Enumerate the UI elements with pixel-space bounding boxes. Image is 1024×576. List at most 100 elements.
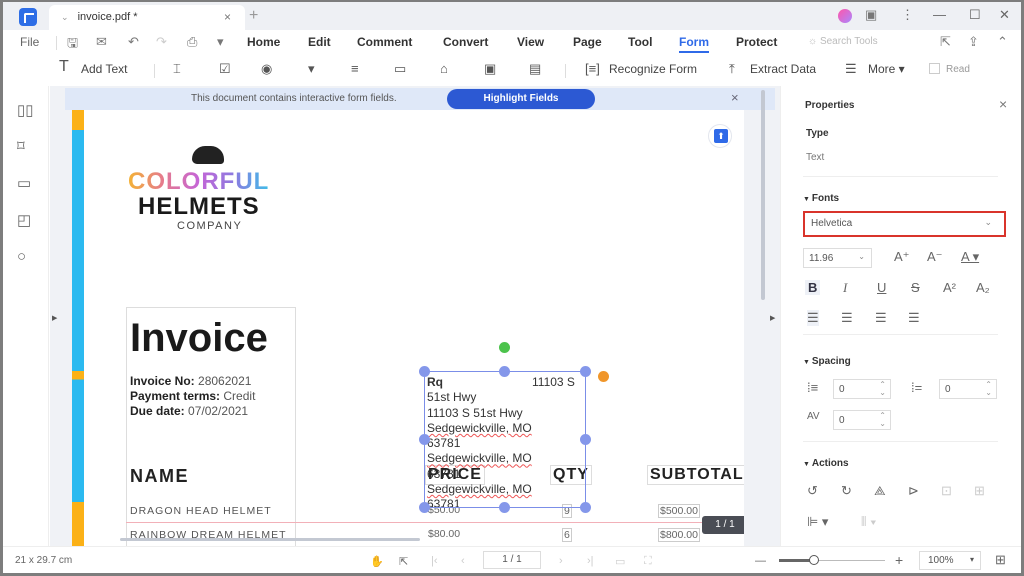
redo-icon[interactable]: ↷ <box>156 34 167 50</box>
align-right-icon[interactable]: ☰ <box>875 310 887 326</box>
menu-file[interactable]: File <box>20 35 39 49</box>
menu-home[interactable]: Home <box>247 35 280 49</box>
tab-collapse-icon[interactable]: ⌄ <box>61 12 69 22</box>
item-qty-field[interactable]: 6 <box>562 528 572 542</box>
page-number-input[interactable]: 1 / 1 <box>483 551 541 569</box>
text-field-icon[interactable]: ⌶ <box>173 61 181 77</box>
fit-width-icon[interactable]: ▭ <box>615 555 625 568</box>
menu-comment[interactable]: Comment <box>357 35 412 49</box>
fit-page-icon[interactable]: ⛶ <box>644 555 652 568</box>
menu-tool[interactable]: Tool <box>628 35 652 49</box>
field-warning-badge[interactable] <box>598 371 609 382</box>
comment-icon[interactable]: ▭ <box>17 174 31 192</box>
resize-handle[interactable] <box>580 434 591 445</box>
menu-form[interactable]: Form <box>679 35 709 53</box>
banner-close-icon[interactable]: × <box>731 90 739 105</box>
date-field-icon[interactable]: ▤ <box>529 61 541 77</box>
menu-protect[interactable]: Protect <box>736 35 777 49</box>
justify-icon[interactable]: ☰ <box>908 310 920 326</box>
next-page-icon[interactable]: › <box>559 555 563 567</box>
signature-field-icon[interactable]: ▣ <box>484 61 496 77</box>
increase-font-icon[interactable]: A⁺ <box>894 249 910 265</box>
spacing-section-toggle[interactable]: ▼ Spacing <box>803 356 851 367</box>
maximize-button[interactable]: ☐ <box>969 7 981 23</box>
tab-close-icon[interactable]: × <box>224 5 231 30</box>
save-icon[interactable]: 🖫 <box>67 34 78 56</box>
list-box-icon[interactable]: ≡ <box>351 61 359 76</box>
zoom-out-button[interactable]: — <box>755 555 766 567</box>
replace-image-icon[interactable]: ⊞ <box>974 483 985 499</box>
prev-page-icon[interactable]: ‹ <box>461 555 465 567</box>
rotate-right-icon[interactable]: ↻ <box>841 483 852 499</box>
flip-horizontal-icon[interactable]: ⊳ <box>908 483 919 499</box>
strikethrough-icon[interactable]: S <box>911 280 920 295</box>
horizontal-scrollbar[interactable] <box>120 538 420 541</box>
actions-section-toggle[interactable]: ▼ Actions <box>803 458 849 469</box>
resize-handle[interactable] <box>580 366 591 377</box>
new-tab-button[interactable]: + <box>249 7 258 25</box>
add-text-button[interactable]: Add Text <box>81 62 127 76</box>
radio-button-icon[interactable]: ◉ <box>261 61 272 77</box>
resize-handle[interactable] <box>580 502 591 513</box>
first-page-icon[interactable]: |‹ <box>431 555 438 567</box>
expand-left-panel-icon[interactable]: ▶ <box>52 314 57 322</box>
align-center-icon[interactable]: ☰ <box>841 310 853 326</box>
bold-icon[interactable]: B <box>805 280 821 295</box>
menu-edit[interactable]: Edit <box>308 35 331 49</box>
image-field-icon[interactable]: ⌂ <box>440 61 448 76</box>
search-tools-input[interactable]: ☼ Search Tools <box>808 36 878 47</box>
fonts-section-toggle[interactable]: ▼ Fonts <box>803 193 839 204</box>
more-button[interactable]: More ▾ <box>868 62 905 76</box>
rotate-handle[interactable] <box>499 342 510 353</box>
select-tool-icon[interactable]: ⇱ <box>399 555 408 568</box>
resize-handle[interactable] <box>499 366 510 377</box>
resize-handle[interactable] <box>419 502 430 513</box>
font-color-icon[interactable]: A ▾ <box>961 249 979 265</box>
stepper-icon[interactable]: ⌃ ⌄ <box>879 381 886 397</box>
resize-handle[interactable] <box>419 434 430 445</box>
selection-box[interactable] <box>424 371 586 508</box>
align-left-icon[interactable]: ☰ <box>807 310 819 326</box>
hand-tool-icon[interactable]: ✋ <box>370 555 384 568</box>
zoom-level-select[interactable]: 100% ▾ <box>919 551 981 570</box>
combo-box-icon[interactable]: ▾ <box>308 61 315 77</box>
thumbnails-icon[interactable]: ▯▯ <box>17 101 34 119</box>
distribute-objects-icon[interactable]: ⫴ ▾ <box>861 514 876 530</box>
upload-icon[interactable] <box>708 124 732 148</box>
collapse-right-panel-icon[interactable]: ▶ <box>770 314 775 322</box>
item-subtotal-field[interactable]: $500.00 <box>658 504 700 518</box>
undo-icon[interactable]: ↶ <box>128 34 139 50</box>
button-field-icon[interactable]: ▭ <box>394 61 406 77</box>
stepper-icon[interactable]: ⌃ ⌄ <box>985 381 992 397</box>
decrease-font-icon[interactable]: A⁻ <box>927 249 943 265</box>
mail-icon[interactable]: ✉ <box>96 34 107 50</box>
font-family-select[interactable]: Helvetica ⌄ <box>803 211 1006 237</box>
resize-handle[interactable] <box>499 502 510 513</box>
menu-page[interactable]: Page <box>573 35 602 49</box>
more-vert-icon[interactable]: ⋮ <box>901 7 914 23</box>
avatar-icon[interactable] <box>838 9 852 23</box>
paragraph-spacing-input[interactable]: 0 ⌃ ⌄ <box>939 379 997 399</box>
line-spacing-input[interactable]: 0 ⌃ ⌄ <box>833 379 891 399</box>
vertical-scrollbar[interactable] <box>761 90 765 300</box>
subscript-icon[interactable]: A₂ <box>976 280 990 295</box>
read-checkbox[interactable] <box>929 63 940 74</box>
rotate-left-icon[interactable]: ↺ <box>807 483 818 499</box>
highlight-fields-button[interactable]: Highlight Fields <box>447 89 595 109</box>
italic-icon[interactable]: I <box>843 280 847 296</box>
last-page-icon[interactable]: ›| <box>587 555 594 567</box>
menu-convert[interactable]: Convert <box>443 35 488 49</box>
tab-invoice[interactable]: ⌄ invoice.pdf * × <box>49 5 245 30</box>
menu-view[interactable]: View <box>517 35 544 49</box>
cloud-upload-icon[interactable]: ⇪ <box>968 34 979 50</box>
flip-vertical-icon[interactable]: ⟁ <box>874 483 886 499</box>
superscript-icon[interactable]: A² <box>943 280 956 295</box>
search-icon[interactable]: ○ <box>17 248 26 265</box>
share-icon[interactable]: ⇱ <box>940 34 951 50</box>
extract-data-button[interactable]: Extract Data <box>750 62 816 76</box>
message-icon[interactable]: ▣ <box>865 7 877 23</box>
quick-access-dropdown-icon[interactable]: ▾ <box>217 34 224 50</box>
font-size-select[interactable]: 11.96 ⌄ <box>803 248 872 268</box>
align-objects-icon[interactable]: ⊫ ▾ <box>807 514 828 530</box>
minimize-button[interactable]: — <box>933 7 946 22</box>
